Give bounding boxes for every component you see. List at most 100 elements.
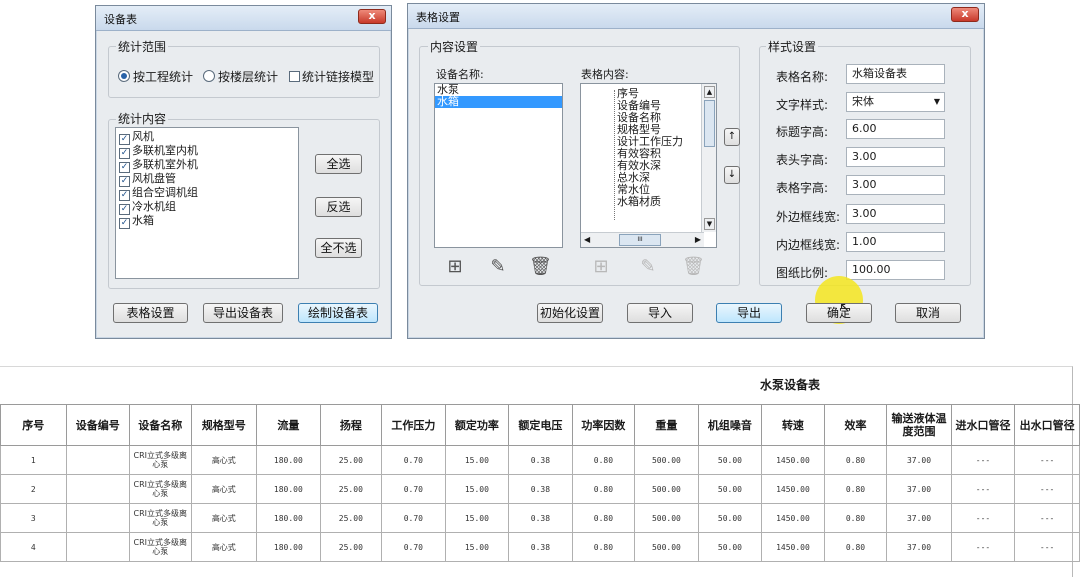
table-cell: CRI立式多级离心泵 <box>129 474 192 504</box>
field-label: 文字样式: <box>776 98 829 112</box>
vertical-scrollbar[interactable]: ▲ ▼ <box>701 84 716 232</box>
select-none-button[interactable]: 全不选 <box>315 238 362 258</box>
title-height-input[interactable]: 6.00 <box>846 119 945 139</box>
scroll-left-icon[interactable]: ◀ <box>584 234 590 246</box>
table-cell: --- <box>1014 474 1080 504</box>
table-cell: CRI立式多级离心泵 <box>129 532 192 562</box>
table-cell: 15.00 <box>444 503 510 533</box>
table-content-list[interactable]: 序号 设备编号 设备名称 规格型号 设计工作压力 有效容积 有效水深 总水深 常… <box>580 83 717 248</box>
invert-selection-button[interactable]: 反选 <box>315 197 362 217</box>
add-content-icon[interactable]: ⊞ <box>590 256 612 278</box>
header-cell: 额定功率 <box>444 404 510 446</box>
move-up-button[interactable]: ↑ <box>724 128 740 146</box>
table-header-row: 序号 设备编号 设备名称 规格型号 流量 扬程 工作压力 额定功率 额定电压 功… <box>0 404 1080 446</box>
header-height-input[interactable]: 3.00 <box>846 147 945 167</box>
delete-content-icon[interactable]: 🗑 <box>682 256 705 278</box>
cancel-button[interactable]: 取消 <box>895 303 961 323</box>
table-cell: CRI立式多级离心泵 <box>129 445 192 475</box>
font-style-select[interactable]: 宋体 ▼ <box>846 92 945 112</box>
check-item[interactable]: ✓ 多联机室外机 <box>119 159 298 173</box>
export-button[interactable]: 导出 <box>716 303 782 323</box>
table-cell: 0.70 <box>381 474 446 504</box>
table-cell: 180.00 <box>256 503 321 533</box>
table-cell: 15.00 <box>444 532 510 562</box>
table-cell: --- <box>1014 503 1080 533</box>
table-cell: 1450.00 <box>761 445 825 475</box>
close-icon[interactable]: x <box>358 9 386 24</box>
header-cell: 流量 <box>256 404 321 446</box>
check-item-label: 风机盘管 <box>132 172 176 185</box>
check-link-model-label: 统计链接模型 <box>302 70 375 84</box>
table-cell: 25.00 <box>319 445 383 475</box>
table-cell: 25.00 <box>319 474 383 504</box>
horizontal-scrollbar[interactable]: ◀ III ▶ <box>581 232 704 247</box>
check-item[interactable]: ✓ 风机盘管 <box>119 173 298 187</box>
chevron-down-icon[interactable]: ▼ <box>934 93 940 111</box>
field-label: 外边框线宽: <box>776 210 841 224</box>
table-cell: 1 <box>0 445 67 475</box>
export-equipment-table-button[interactable]: 导出设备表 <box>203 303 283 323</box>
device-name-label: 设备名称: <box>436 68 484 81</box>
field-label: 图纸比例: <box>776 266 829 280</box>
header-cell: 进水口管径 <box>950 404 1016 446</box>
cell-height-input[interactable]: 3.00 <box>846 175 945 195</box>
table-settings-titlebar[interactable]: 表格设置 x <box>408 4 984 29</box>
edit-content-icon[interactable]: ✎ <box>637 256 659 278</box>
tree-line <box>614 90 616 220</box>
header-cell: 输送液体温度范围 <box>886 404 952 446</box>
initialize-settings-button[interactable]: 初始化设置 <box>537 303 603 323</box>
device-list-item-selected[interactable]: 水箱 <box>435 96 562 108</box>
check-item-label: 风机 <box>132 130 154 143</box>
radio-by-floor[interactable]: 按楼层统计 <box>203 68 278 85</box>
close-icon[interactable]: x <box>951 7 979 22</box>
table-cell: 高心式 <box>190 503 258 533</box>
checkbox-checked-icon: ✓ <box>119 148 130 159</box>
import-button[interactable]: 导入 <box>627 303 693 323</box>
table-cell: 1450.00 <box>761 503 825 533</box>
radio-by-project[interactable]: 按工程统计 <box>118 68 193 85</box>
table-cell: 50.00 <box>697 474 763 504</box>
table-cell: 高心式 <box>190 474 258 504</box>
outer-border-width-input[interactable]: 3.00 <box>846 204 945 224</box>
check-item[interactable]: ✓ 风机 <box>119 131 298 145</box>
inner-border-width-input[interactable]: 1.00 <box>846 232 945 252</box>
check-link-model[interactable]: 统计链接模型 <box>289 68 374 85</box>
check-item[interactable]: ✓ 水箱 <box>119 215 298 229</box>
table-cell: 180.00 <box>256 445 321 475</box>
header-cell: 序号 <box>0 404 67 446</box>
table-cell: 2 <box>0 474 67 504</box>
content-checklist[interactable]: ✓ 风机 ✓ 多联机室内机 ✓ 多联机室外机 ✓ 风机盘管 ✓ 组合空调机组 ✓ 冷水机组 … <box>115 127 299 279</box>
scroll-thumb[interactable] <box>704 100 715 147</box>
horizontal-thumb[interactable]: III <box>619 234 661 246</box>
check-item[interactable]: ✓ 冷水机组 <box>119 201 298 215</box>
edit-device-icon[interactable]: ✎ <box>487 256 509 278</box>
add-device-icon[interactable]: ⊞ <box>444 256 466 278</box>
device-name-list[interactable]: 水泵 水箱 <box>434 83 563 248</box>
table-cell: 500.00 <box>634 445 699 475</box>
table-cell: 0.80 <box>823 503 888 533</box>
check-item[interactable]: ✓ 多联机室内机 <box>119 145 298 159</box>
move-down-button[interactable]: ↓ <box>724 166 740 184</box>
equipment-dialog-titlebar[interactable]: 设备表 x <box>96 6 391 31</box>
table-cell: 0.38 <box>508 503 573 533</box>
table-cell: 0.38 <box>508 532 573 562</box>
header-cell: 功率因数 <box>571 404 636 446</box>
table-cell: 0.70 <box>381 503 446 533</box>
check-item-label: 多联机室外机 <box>132 158 198 171</box>
pump-equipment-table: 序号 设备编号 设备名称 规格型号 流量 扬程 工作压力 额定功率 额定电压 功… <box>0 404 1080 562</box>
scroll-right-icon[interactable]: ▶ <box>695 234 701 246</box>
select-all-button[interactable]: 全选 <box>315 154 362 174</box>
drawing-scale-input[interactable]: 100.00 <box>846 260 945 280</box>
table-cell: 180.00 <box>256 532 321 562</box>
scroll-down-icon[interactable]: ▼ <box>704 218 715 230</box>
table-settings-button[interactable]: 表格设置 <box>113 303 188 323</box>
table-cell: 37.00 <box>886 532 952 562</box>
scroll-up-icon[interactable]: ▲ <box>704 86 715 98</box>
draw-equipment-table-button[interactable]: 绘制设备表 <box>298 303 378 323</box>
content-item[interactable]: 水箱材质 <box>617 196 683 208</box>
table-name-input[interactable]: 水箱设备表 <box>846 64 945 84</box>
check-item[interactable]: ✓ 组合空调机组 <box>119 187 298 201</box>
radio-off-icon <box>203 70 215 82</box>
delete-device-icon[interactable]: 🗑 <box>529 256 552 278</box>
table-cell: 高心式 <box>190 532 258 562</box>
